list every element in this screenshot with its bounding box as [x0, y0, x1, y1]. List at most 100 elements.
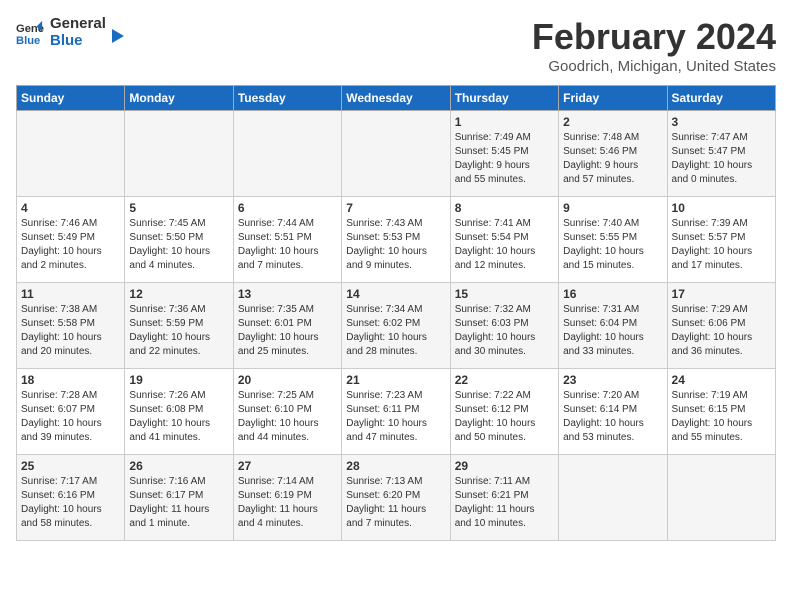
- weekday-saturday: Saturday: [667, 86, 775, 111]
- day-info: Sunrise: 7:11 AM Sunset: 6:21 PM Dayligh…: [455, 475, 554, 531]
- calendar-table: SundayMondayTuesdayWednesdayThursdayFrid…: [16, 85, 776, 541]
- day-number: 3: [672, 115, 771, 129]
- calendar-cell: 26 Sunrise: 7:16 AM Sunset: 6:17 PM Dayli…: [125, 455, 233, 541]
- day-number: 28: [346, 459, 445, 473]
- day-info: Sunrise: 7:34 AM Sunset: 6:02 PM Dayligh…: [346, 303, 445, 359]
- week-row-5: 25 Sunrise: 7:17 AM Sunset: 6:16 PM Dayli…: [17, 455, 776, 541]
- day-number: 7: [346, 201, 445, 215]
- calendar-cell: 10 Sunrise: 7:39 AM Sunset: 5:57 PM Dayli…: [667, 197, 775, 283]
- day-info: Sunrise: 7:23 AM Sunset: 6:11 PM Dayligh…: [346, 389, 445, 445]
- day-info: Sunrise: 7:31 AM Sunset: 6:04 PM Dayligh…: [563, 303, 662, 359]
- day-info: Sunrise: 7:25 AM Sunset: 6:10 PM Dayligh…: [238, 389, 337, 445]
- day-number: 29: [455, 459, 554, 473]
- week-row-2: 4 Sunrise: 7:46 AM Sunset: 5:49 PM Daylig…: [17, 197, 776, 283]
- calendar-cell: 8Sunrise: 7:41 AM Sunset: 5:54 PM Daylig…: [450, 197, 558, 283]
- day-number: 17: [672, 287, 771, 301]
- day-number: 10: [672, 201, 771, 215]
- calendar-cell: 18 Sunrise: 7:28 AM Sunset: 6:07 PM Dayli…: [17, 369, 125, 455]
- day-number: 4: [21, 201, 120, 215]
- day-info: Sunrise: 7:47 AM Sunset: 5:47 PM Dayligh…: [672, 131, 771, 187]
- day-info: Sunrise: 7:16 AM Sunset: 6:17 PM Dayligh…: [129, 475, 228, 531]
- calendar-subtitle: Goodrich, Michigan, United States: [532, 58, 776, 75]
- calendar-cell: 5 Sunrise: 7:45 AM Sunset: 5:50 PM Daylig…: [125, 197, 233, 283]
- day-number: 24: [672, 373, 771, 387]
- calendar-cell: 13 Sunrise: 7:35 AM Sunset: 6:01 PM Dayli…: [233, 283, 341, 369]
- calendar-cell: 19Sunrise: 7:26 AM Sunset: 6:08 PM Dayli…: [125, 369, 233, 455]
- week-row-4: 18 Sunrise: 7:28 AM Sunset: 6:07 PM Dayli…: [17, 369, 776, 455]
- day-number: 22: [455, 373, 554, 387]
- calendar-cell: 3 Sunrise: 7:47 AM Sunset: 5:47 PM Daylig…: [667, 111, 775, 197]
- title-area: February 2024 Goodrich, Michigan, United…: [532, 16, 776, 75]
- day-info: Sunrise: 7:20 AM Sunset: 6:14 PM Dayligh…: [563, 389, 662, 445]
- calendar-cell: 11 Sunrise: 7:38 AM Sunset: 5:58 PM Dayli…: [17, 283, 125, 369]
- calendar-cell: 20 Sunrise: 7:25 AM Sunset: 6:10 PM Dayli…: [233, 369, 341, 455]
- day-info: Sunrise: 7:19 AM Sunset: 6:15 PM Dayligh…: [672, 389, 771, 445]
- day-number: 5: [129, 201, 228, 215]
- calendar-title: February 2024: [532, 16, 776, 58]
- day-number: 26: [129, 459, 228, 473]
- day-info: Sunrise: 7:14 AM Sunset: 6:19 PM Dayligh…: [238, 475, 337, 531]
- weekday-header-row: SundayMondayTuesdayWednesdayThursdayFrid…: [17, 86, 776, 111]
- calendar-cell: 4 Sunrise: 7:46 AM Sunset: 5:49 PM Daylig…: [17, 197, 125, 283]
- weekday-thursday: Thursday: [450, 86, 558, 111]
- day-number: 23: [563, 373, 662, 387]
- calendar-cell: [125, 111, 233, 197]
- day-info: Sunrise: 7:35 AM Sunset: 6:01 PM Dayligh…: [238, 303, 337, 359]
- calendar-cell: 17 Sunrise: 7:29 AM Sunset: 6:06 PM Dayli…: [667, 283, 775, 369]
- day-info: Sunrise: 7:29 AM Sunset: 6:06 PM Dayligh…: [672, 303, 771, 359]
- calendar-cell: 2Sunrise: 7:48 AM Sunset: 5:46 PM Daylig…: [559, 111, 667, 197]
- weekday-wednesday: Wednesday: [342, 86, 450, 111]
- day-info: Sunrise: 7:13 AM Sunset: 6:20 PM Dayligh…: [346, 475, 445, 531]
- day-info: Sunrise: 7:36 AM Sunset: 5:59 PM Dayligh…: [129, 303, 228, 359]
- day-info: Sunrise: 7:17 AM Sunset: 6:16 PM Dayligh…: [21, 475, 120, 531]
- day-number: 9: [563, 201, 662, 215]
- calendar-cell: [17, 111, 125, 197]
- logo-general: General: [50, 16, 106, 33]
- calendar-cell: 7Sunrise: 7:43 AM Sunset: 5:53 PM Daylig…: [342, 197, 450, 283]
- day-info: Sunrise: 7:49 AM Sunset: 5:45 PM Dayligh…: [455, 131, 554, 187]
- calendar-cell: 28 Sunrise: 7:13 AM Sunset: 6:20 PM Dayli…: [342, 455, 450, 541]
- day-number: 2: [563, 115, 662, 129]
- header: General Blue General Blue February 2024 …: [16, 16, 776, 75]
- day-info: Sunrise: 7:45 AM Sunset: 5:50 PM Dayligh…: [129, 217, 228, 273]
- day-number: 20: [238, 373, 337, 387]
- day-number: 12: [129, 287, 228, 301]
- calendar-cell: [342, 111, 450, 197]
- calendar-cell: 1 Sunrise: 7:49 AM Sunset: 5:45 PM Daylig…: [450, 111, 558, 197]
- logo-icon: General Blue: [16, 19, 44, 47]
- day-number: 18: [21, 373, 120, 387]
- day-info: Sunrise: 7:46 AM Sunset: 5:49 PM Dayligh…: [21, 217, 120, 273]
- day-number: 16: [563, 287, 662, 301]
- calendar-cell: [667, 455, 775, 541]
- logo-arrow-icon: [108, 27, 126, 45]
- day-number: 11: [21, 287, 120, 301]
- day-number: 6: [238, 201, 337, 215]
- day-number: 1: [455, 115, 554, 129]
- day-number: 25: [21, 459, 120, 473]
- day-info: Sunrise: 7:44 AM Sunset: 5:51 PM Dayligh…: [238, 217, 337, 273]
- weekday-tuesday: Tuesday: [233, 86, 341, 111]
- day-number: 15: [455, 287, 554, 301]
- calendar-cell: [233, 111, 341, 197]
- day-info: Sunrise: 7:41 AM Sunset: 5:54 PM Dayligh…: [455, 217, 554, 273]
- calendar-cell: 9 Sunrise: 7:40 AM Sunset: 5:55 PM Daylig…: [559, 197, 667, 283]
- day-info: Sunrise: 7:28 AM Sunset: 6:07 PM Dayligh…: [21, 389, 120, 445]
- calendar-cell: 25 Sunrise: 7:17 AM Sunset: 6:16 PM Dayli…: [17, 455, 125, 541]
- calendar-cell: 27 Sunrise: 7:14 AM Sunset: 6:19 PM Dayli…: [233, 455, 341, 541]
- day-number: 13: [238, 287, 337, 301]
- logo: General Blue General Blue: [16, 16, 126, 49]
- day-number: 14: [346, 287, 445, 301]
- day-number: 27: [238, 459, 337, 473]
- calendar-header: SundayMondayTuesdayWednesdayThursdayFrid…: [17, 86, 776, 111]
- calendar-cell: 21Sunrise: 7:23 AM Sunset: 6:11 PM Dayli…: [342, 369, 450, 455]
- calendar-body: 1 Sunrise: 7:49 AM Sunset: 5:45 PM Daylig…: [17, 111, 776, 541]
- day-info: Sunrise: 7:40 AM Sunset: 5:55 PM Dayligh…: [563, 217, 662, 273]
- day-info: Sunrise: 7:38 AM Sunset: 5:58 PM Dayligh…: [21, 303, 120, 359]
- day-info: Sunrise: 7:39 AM Sunset: 5:57 PM Dayligh…: [672, 217, 771, 273]
- calendar-cell: 24 Sunrise: 7:19 AM Sunset: 6:15 PM Dayli…: [667, 369, 775, 455]
- day-info: Sunrise: 7:22 AM Sunset: 6:12 PM Dayligh…: [455, 389, 554, 445]
- weekday-sunday: Sunday: [17, 86, 125, 111]
- calendar-cell: 15Sunrise: 7:32 AM Sunset: 6:03 PM Dayli…: [450, 283, 558, 369]
- svg-text:Blue: Blue: [16, 35, 40, 47]
- calendar-cell: 6 Sunrise: 7:44 AM Sunset: 5:51 PM Daylig…: [233, 197, 341, 283]
